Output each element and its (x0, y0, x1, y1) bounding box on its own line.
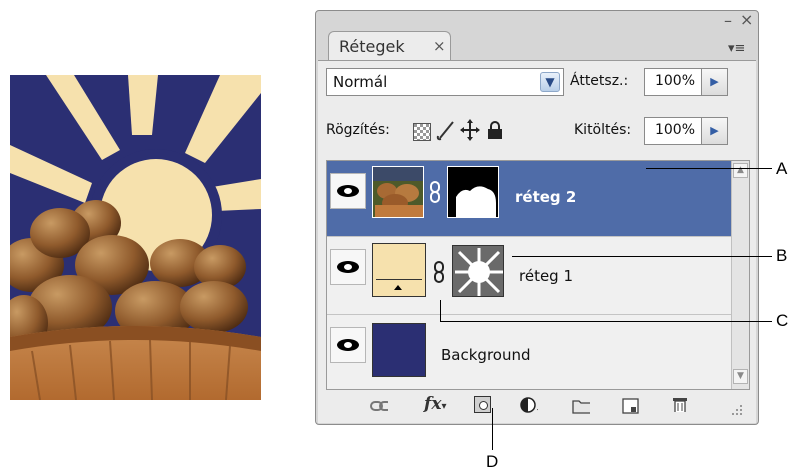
layer-row-reteg-2[interactable]: réteg 2 (327, 161, 733, 237)
group-folder-icon[interactable] (572, 398, 590, 414)
new-layer-icon[interactable] (622, 398, 640, 414)
add-mask-icon[interactable] (474, 396, 491, 413)
lock-label: Rögzítés: (326, 122, 390, 138)
callout-c: C (776, 311, 789, 330)
chain-link-icon[interactable] (429, 181, 441, 203)
close-button[interactable]: × (740, 12, 753, 28)
blend-mode-select[interactable]: Normál ▼ (326, 68, 564, 96)
layer-mask-thumbnail[interactable] (447, 166, 499, 218)
panel-body: Normál ▼ Áttetsz.: 100% ▶ Rögzítés: Kitö… (318, 60, 756, 423)
layer-name[interactable]: réteg 1 (519, 267, 573, 285)
layer-list: réteg 2 réteg 1 Background ▲ ▼ (326, 160, 750, 390)
layer-name[interactable]: Background (441, 346, 531, 364)
layers-panel: – × Rétegek × ▾≡ Normál ▼ Áttetsz.: 100%… (315, 10, 759, 425)
background-thumbnail[interactable] (372, 323, 426, 377)
lock-position-move-icon[interactable] (460, 119, 480, 141)
trash-icon[interactable] (672, 396, 690, 412)
opacity-field[interactable]: 100% (644, 68, 702, 96)
opacity-label: Áttetsz.: (570, 73, 629, 89)
eye-icon (337, 339, 359, 351)
layer-row-background[interactable]: Background (327, 315, 733, 389)
opacity-value: 100% (654, 73, 695, 89)
tab-label: Rétegek (339, 37, 405, 56)
lock-image-brush-icon[interactable] (436, 119, 456, 141)
callout-b-line (512, 256, 772, 257)
chevron-down-icon[interactable]: ▼ (540, 72, 560, 92)
fill-slider-button[interactable]: ▶ (702, 117, 728, 145)
resize-grip[interactable] (730, 403, 744, 417)
fx-icon[interactable]: fx▾ (424, 394, 446, 414)
visibility-toggle[interactable] (330, 249, 366, 285)
callout-a: A (776, 159, 788, 178)
visibility-toggle[interactable] (330, 173, 366, 209)
link-layers-icon[interactable] (370, 398, 388, 414)
fill-field[interactable]: 100% (644, 117, 702, 145)
callout-c-line (440, 321, 772, 322)
scroll-up-button[interactable]: ▲ (733, 163, 748, 178)
layers-toolbar: fx▾ (326, 393, 750, 419)
eye-icon (337, 185, 359, 197)
eye-icon (337, 261, 359, 273)
fill-value: 100% (654, 122, 695, 138)
scroll-down-button[interactable]: ▼ (733, 369, 748, 384)
chain-link-icon[interactable] (433, 261, 445, 283)
document-preview (10, 75, 261, 400)
blend-mode-value: Normál (333, 73, 388, 91)
layer-thumbnail[interactable] (372, 166, 424, 218)
layer-name[interactable]: réteg 2 (515, 188, 576, 206)
minimize-button[interactable]: – (724, 13, 732, 29)
visibility-toggle[interactable] (330, 327, 366, 363)
fill-layer-thumbnail[interactable] (372, 243, 426, 297)
layer-row-reteg-1[interactable]: réteg 1 (327, 237, 733, 315)
tab-layers[interactable]: Rétegek × (328, 31, 451, 61)
fill-label: Kitöltés: (574, 122, 632, 138)
callout-d: D (486, 452, 499, 471)
lock-all-icon[interactable] (486, 119, 504, 141)
layer-mask-thumbnail[interactable] (452, 245, 504, 297)
opacity-slider-button[interactable]: ▶ (702, 68, 728, 96)
callout-a-line (646, 168, 772, 169)
callout-c-line-vertical (440, 300, 441, 321)
callout-d-line (492, 408, 493, 450)
panel-menu-icon[interactable]: ▾≡ (728, 41, 745, 56)
callout-b: B (776, 246, 788, 265)
adjustment-layer-icon[interactable] (520, 397, 538, 413)
layers-scrollbar[interactable]: ▲ ▼ (731, 161, 749, 389)
lock-transparent-icon[interactable] (413, 123, 431, 141)
tab-close-icon[interactable]: × (433, 37, 446, 55)
